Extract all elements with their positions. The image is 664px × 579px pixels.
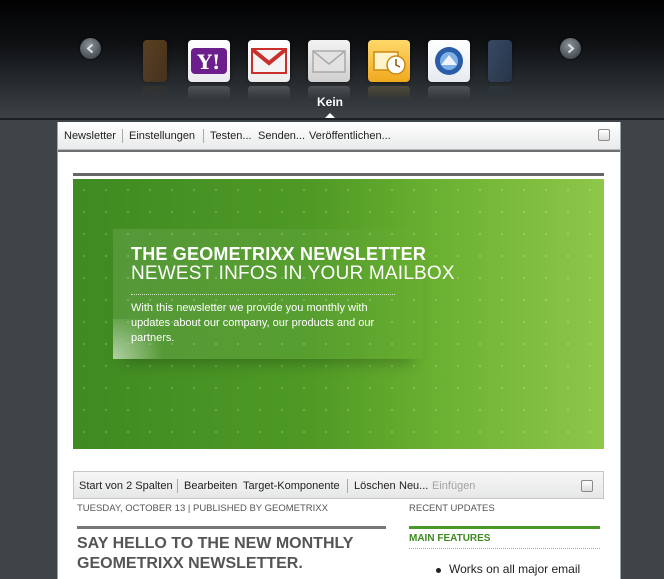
thunderbird-icon[interactable] [428, 40, 470, 82]
settings-button[interactable]: Einstellungen [129, 130, 195, 142]
newsletter-menu[interactable]: Newsletter [64, 130, 116, 142]
bullet-icon [436, 568, 441, 573]
next-client-button[interactable] [560, 38, 581, 59]
partial-client-icon[interactable] [143, 40, 167, 82]
yahoo-mail-icon[interactable]: Y! [188, 40, 230, 82]
hero-title: THE GEOMETRIXX NEWSLETTER [131, 244, 427, 264]
sidebar-divider [409, 548, 600, 549]
outlook-icon[interactable] [368, 40, 410, 82]
main-features-title: MAIN FEATURES [409, 533, 491, 544]
insert-button[interactable]: Einfügen [432, 480, 475, 492]
previous-client-button[interactable] [80, 38, 101, 59]
chevron-left-icon [86, 43, 94, 54]
column-toolbar: Start von 2 Spalten Bearbeiten Target-Ko… [73, 471, 604, 499]
partial-client-icon[interactable] [488, 40, 512, 82]
hero-divider [131, 294, 395, 295]
generic-mail-icon[interactable] [308, 40, 350, 82]
column-start-label[interactable]: Start von 2 Spalten [79, 480, 173, 492]
toolbar-separator [203, 129, 204, 143]
hero-banner[interactable]: THE GEOMETRIXX NEWSLETTER NEWEST INFOS I… [73, 179, 604, 449]
hero-subtitle: NEWEST INFOS IN YOUR MAILBOX [131, 263, 455, 284]
newsletter-page: Newsletter Einstellungen Testen... Sende… [57, 122, 621, 579]
caret-up-icon [324, 113, 336, 119]
toolbar-divider [58, 150, 620, 152]
article-rule [77, 526, 386, 529]
chevron-right-icon [567, 43, 575, 54]
publish-button[interactable]: Veröffentlichen... [309, 130, 391, 142]
toolbar-separator [347, 479, 348, 493]
recent-updates-label: RECENT UPDATES [409, 503, 495, 514]
toolbar-separator [122, 129, 123, 143]
new-button[interactable]: Neu... [399, 480, 428, 492]
email-client-chooser: Y! Kein [0, 0, 664, 120]
hero-top-rule [73, 173, 604, 176]
hero-description: With this newsletter we provide you mont… [131, 302, 375, 344]
delete-button[interactable]: Löschen [354, 480, 396, 492]
target-component-button[interactable]: Target-Komponente [243, 480, 340, 492]
test-button[interactable]: Testen... [210, 130, 252, 142]
feature-list-item: Works on all major email [449, 562, 581, 576]
newsletter-toolbar: Newsletter Einstellungen Testen... Sende… [58, 122, 620, 150]
toolbar-separator [177, 479, 178, 493]
svg-text:Y!: Y! [196, 50, 220, 74]
send-button[interactable]: Senden... [258, 130, 305, 142]
gmail-icon[interactable] [248, 40, 290, 82]
article-meta: TUESDAY, OCTOBER 13 | PUBLISHED BY GEOME… [77, 503, 328, 514]
sidebar-rule [409, 526, 600, 529]
selected-client-label: Kein [316, 95, 343, 109]
column-toolbar-checkbox[interactable] [581, 480, 593, 492]
article-headline: SAY HELLO TO THE NEW MONTHLY GEOMETRIXX … [77, 535, 354, 572]
edit-button[interactable]: Bearbeiten [184, 480, 237, 492]
toolbar-checkbox[interactable] [598, 129, 610, 141]
